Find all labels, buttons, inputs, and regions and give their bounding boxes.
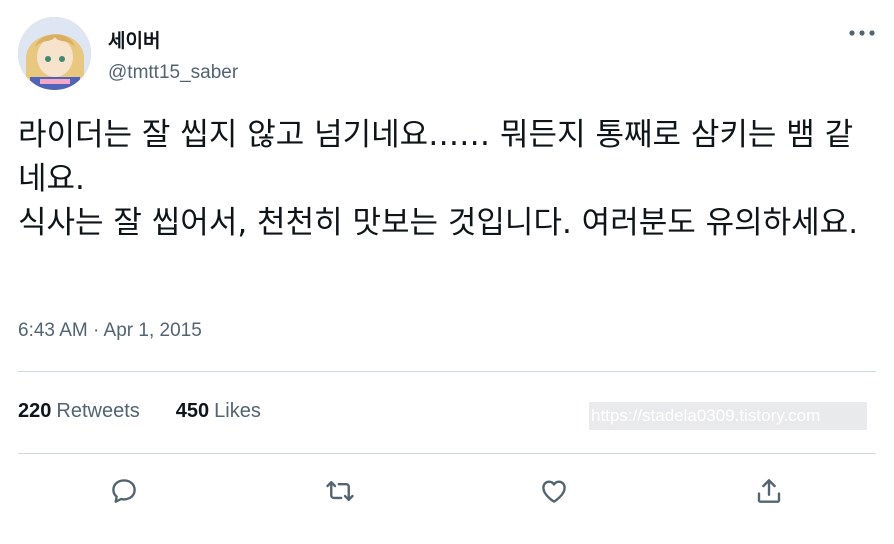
like-icon [542,480,566,503]
tweet-timestamp[interactable]: 6:43 AM · Apr 1, 2015 [18,320,202,342]
share-button[interactable] [752,474,786,508]
watermark: https://stadela0309.tistory.com [589,402,867,430]
more-icon [849,30,875,36]
avatar[interactable] [18,17,91,90]
display-name[interactable]: 세이버 [108,26,160,53]
more-button[interactable] [846,22,878,44]
avatar-image [18,17,91,90]
retweet-icon [326,481,354,501]
tweet-text: 라이더는 잘 씹지 않고 넘기네요…… 뭐든지 통째로 삼키는 뱀 같네요. 식… [18,117,859,241]
divider [18,453,876,454]
retweets-stat[interactable]: 220 Retweets [18,400,140,423]
reply-button[interactable] [107,474,141,508]
likes-stat[interactable]: 450 Likes [176,400,261,423]
divider [18,371,876,372]
user-handle[interactable]: @tmtt15_saber [108,62,238,84]
like-button[interactable] [537,474,571,508]
likes-label: Likes [214,400,261,422]
retweets-label: Retweets [56,400,140,422]
likes-count: 450 [175,400,210,422]
retweets-count: 220 [18,400,52,422]
reply-icon [112,479,136,503]
retweet-button[interactable] [323,474,357,508]
engagement-stats: 220 Retweets 450 Likes [18,400,261,423]
share-icon [757,479,781,503]
